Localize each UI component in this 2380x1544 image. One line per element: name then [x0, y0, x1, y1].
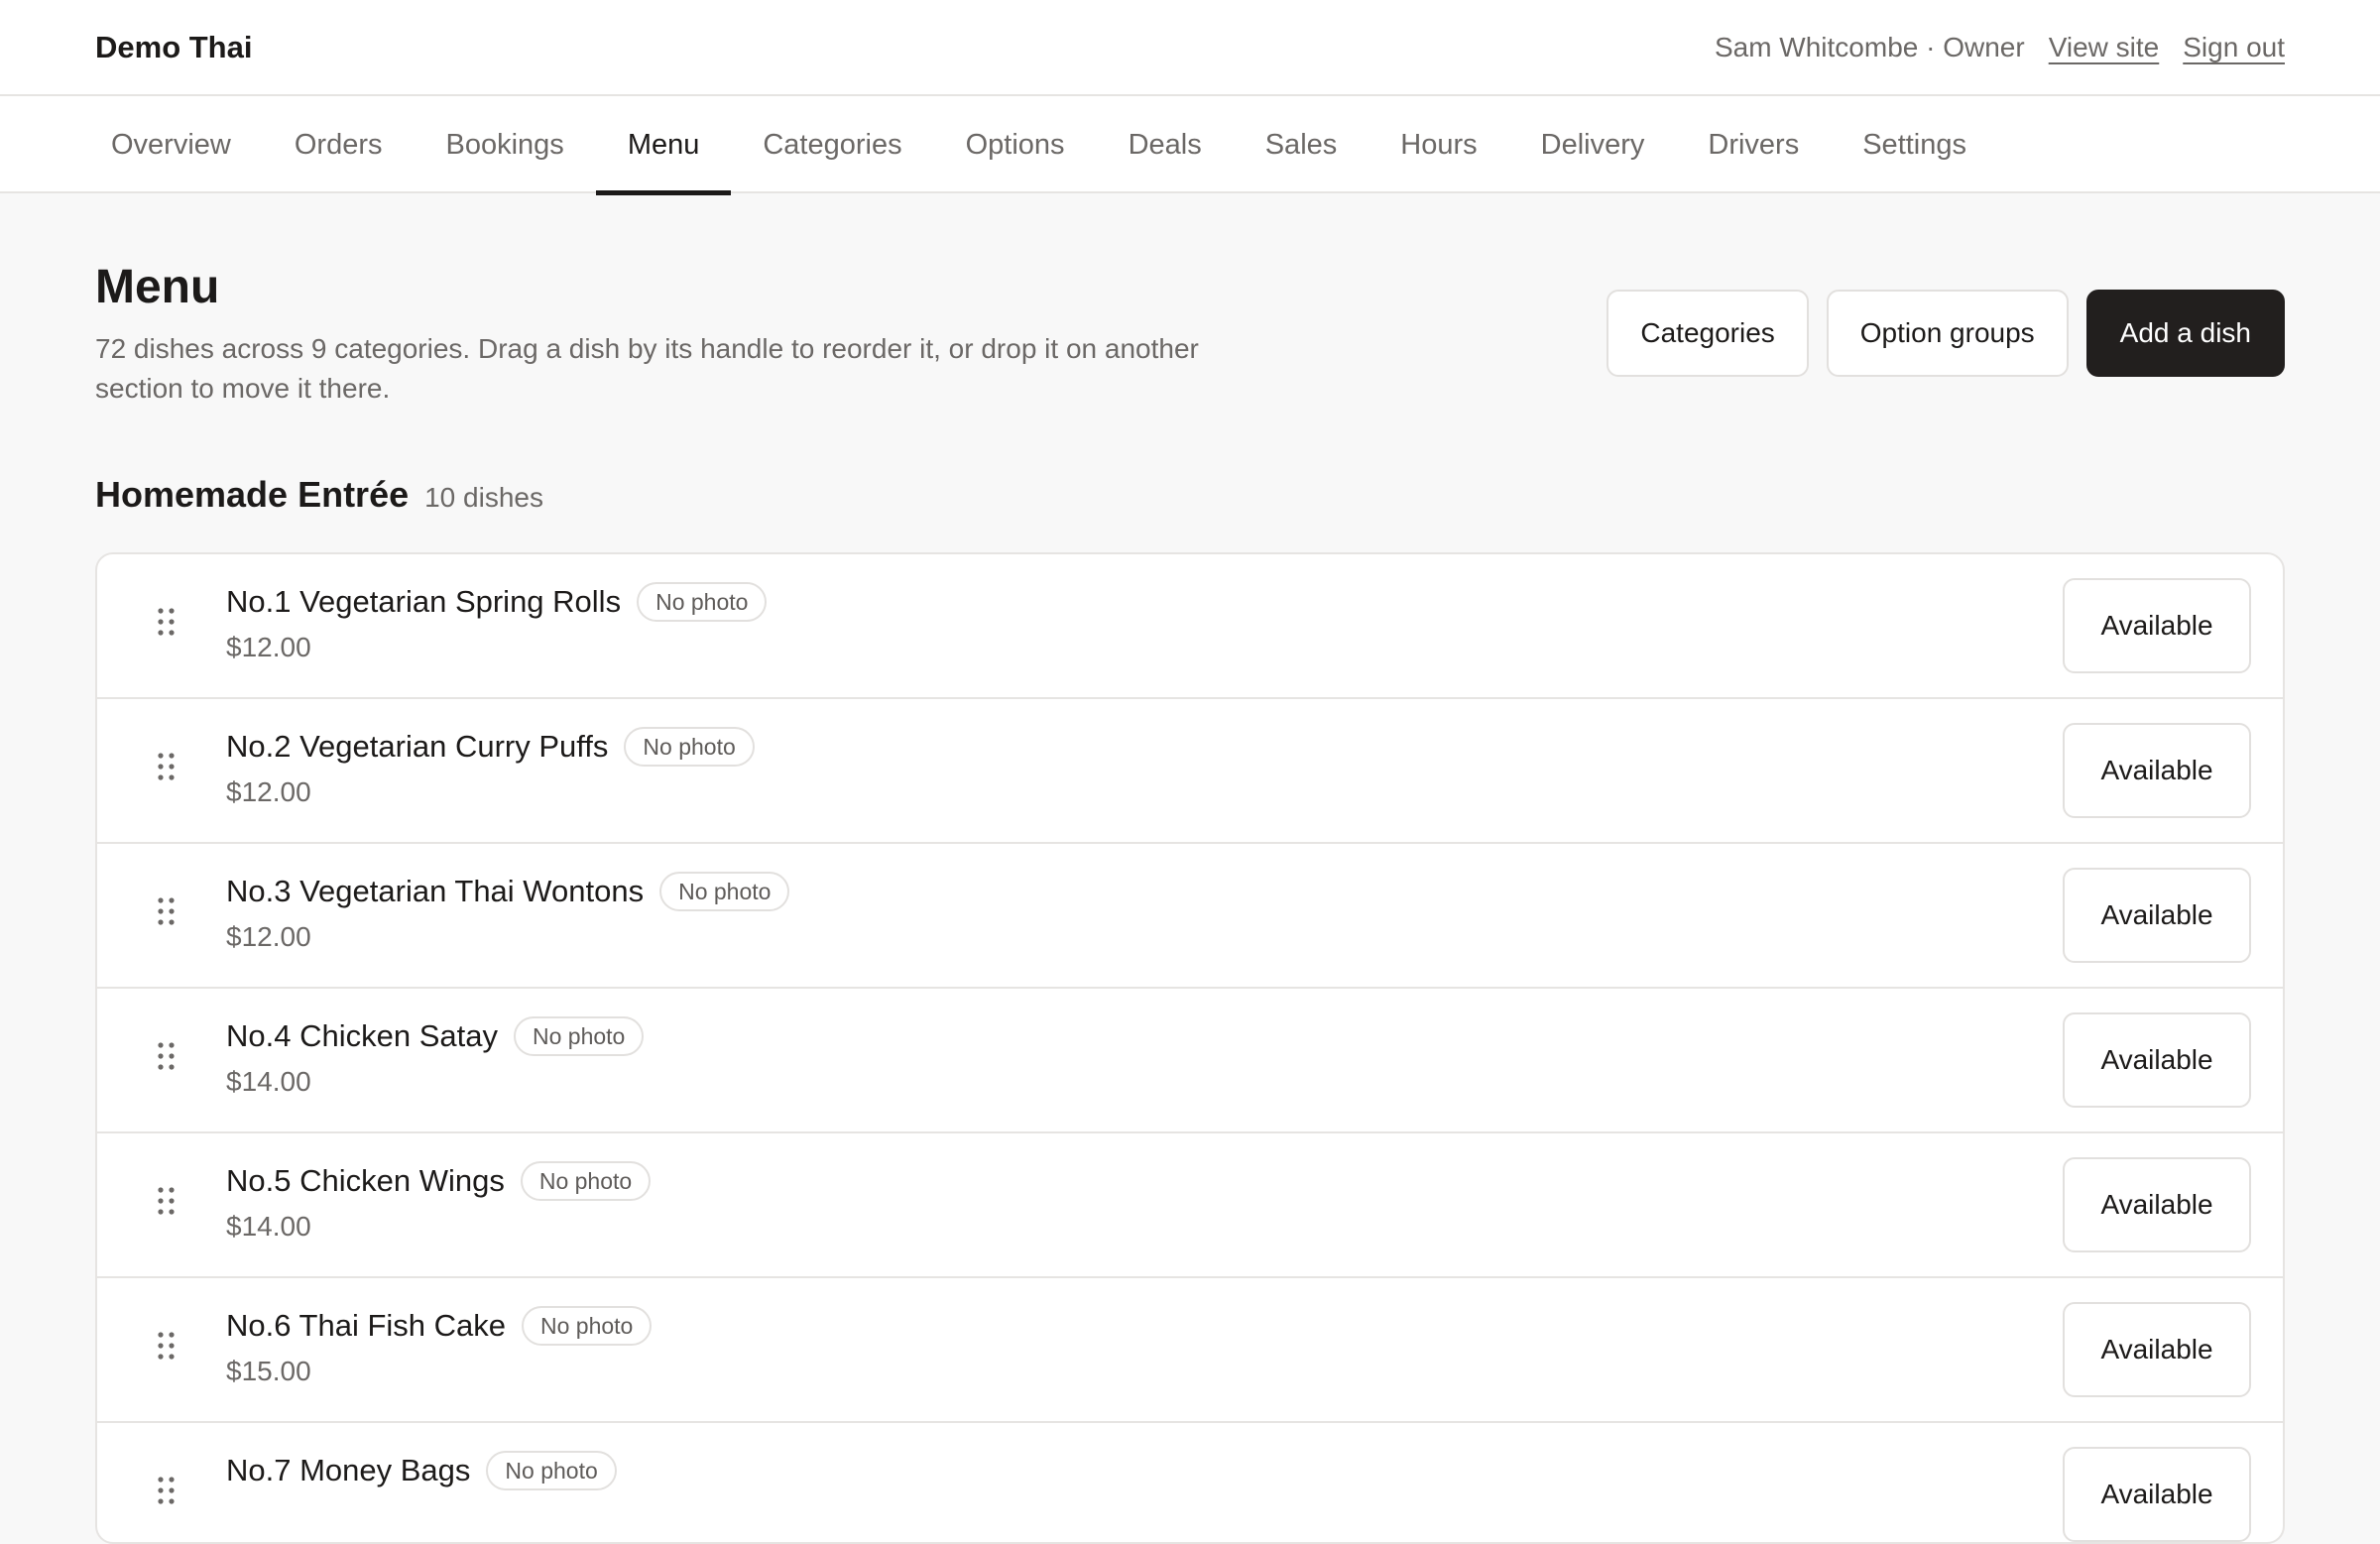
- dish-name: No.3 Vegetarian Thai Wontons: [226, 874, 645, 908]
- dish-info: No.3 Vegetarian Thai Wontons No photo $1…: [226, 872, 790, 957]
- dish-name-line: No.1 Vegetarian Spring Rolls No photo: [226, 582, 768, 622]
- top-bar: Demo Thai Sam Whitcombe · Owner View sit…: [0, 0, 2380, 96]
- drag-handle-icon[interactable]: [157, 1476, 177, 1505]
- availability-button[interactable]: Available: [2063, 1157, 2251, 1252]
- dish-price: $12.00: [226, 632, 311, 662]
- dish-row: No.3 Vegetarian Thai Wontons No photo $1…: [97, 844, 2283, 989]
- availability-button[interactable]: Available: [2063, 1302, 2251, 1397]
- dish-name-line: No.4 Chicken Satay No photo: [226, 1016, 645, 1056]
- dish-name-line: No.6 Thai Fish Cake No photo: [226, 1306, 653, 1346]
- user-label: Sam Whitcombe · Owner: [1714, 32, 2025, 62]
- no-photo-badge: No photo: [522, 1306, 653, 1346]
- drag-handle-icon[interactable]: [157, 752, 177, 781]
- dish-row: No.6 Thai Fish Cake No photo $15.00 Avai…: [97, 1278, 2283, 1423]
- availability-button[interactable]: Available: [2063, 723, 2251, 818]
- sign-out-link[interactable]: Sign out: [2183, 28, 2285, 67]
- main-nav: Overview Orders Bookings Menu Categories…: [0, 96, 2380, 195]
- dish-info: No.4 Chicken Satay No photo $14.00: [226, 1016, 645, 1102]
- dish-row: No.2 Vegetarian Curry Puffs No photo $12…: [97, 699, 2283, 844]
- dish-name-line: No.7 Money Bags No photo: [226, 1451, 617, 1490]
- add-dish-button[interactable]: Add a dish: [2085, 290, 2285, 377]
- dish-price: $15.00: [226, 1356, 311, 1386]
- tab-bookings[interactable]: Bookings: [415, 96, 596, 193]
- drag-handle-icon[interactable]: [157, 1041, 177, 1071]
- section-dish-count: 10 dishes: [424, 482, 543, 513]
- dish-list: No.1 Vegetarian Spring Rolls No photo $1…: [95, 552, 2285, 1544]
- dish-name: No.1 Vegetarian Spring Rolls: [226, 584, 622, 619]
- no-photo-badge: No photo: [486, 1451, 617, 1490]
- dish-info: No.6 Thai Fish Cake No photo $15.00: [226, 1306, 653, 1391]
- section-title: Homemade Entrée: [95, 474, 410, 515]
- page-description: 72 dishes across 9 categories. Drag a di…: [95, 333, 1199, 404]
- dish-name: No.2 Vegetarian Curry Puffs: [226, 729, 609, 764]
- tab-drivers[interactable]: Drivers: [1676, 96, 1831, 193]
- dish-info: No.5 Chicken Wings No photo $14.00: [226, 1161, 652, 1247]
- dish-name: No.7 Money Bags: [226, 1453, 471, 1487]
- dish-name-line: No.3 Vegetarian Thai Wontons No photo: [226, 872, 790, 911]
- dish-info: No.7 Money Bags No photo: [226, 1451, 617, 1496]
- tab-list: Overview Orders Bookings Menu Categories…: [79, 96, 1998, 195]
- availability-button[interactable]: Available: [2063, 1447, 2251, 1542]
- tab-categories[interactable]: Categories: [731, 96, 933, 193]
- drag-handle-icon[interactable]: [157, 896, 177, 926]
- dish-price: $12.00: [226, 921, 311, 952]
- drag-handle-icon[interactable]: [157, 1186, 177, 1216]
- tab-hours[interactable]: Hours: [1368, 96, 1508, 193]
- tab-deals[interactable]: Deals: [1097, 96, 1234, 193]
- availability-button[interactable]: Available: [2063, 868, 2251, 963]
- dish-name: No.5 Chicken Wings: [226, 1163, 505, 1198]
- dish-info: No.1 Vegetarian Spring Rolls No photo $1…: [226, 582, 768, 667]
- no-photo-badge: No photo: [513, 1016, 645, 1056]
- categories-button[interactable]: Categories: [1606, 290, 1809, 377]
- section-heading: Homemade Entrée 10 dishes: [95, 474, 543, 516]
- drag-handle-icon[interactable]: [157, 607, 177, 637]
- dish-name: No.6 Thai Fish Cake: [226, 1308, 506, 1343]
- tab-sales[interactable]: Sales: [1234, 96, 1369, 193]
- no-photo-badge: No photo: [659, 872, 790, 911]
- no-photo-badge: No photo: [520, 1161, 652, 1201]
- tab-options[interactable]: Options: [934, 96, 1097, 193]
- dish-info: No.2 Vegetarian Curry Puffs No photo $12…: [226, 727, 755, 812]
- tab-menu[interactable]: Menu: [595, 96, 732, 195]
- header-actions: Categories Option groups Add a dish: [1606, 290, 2285, 377]
- dish-name-line: No.2 Vegetarian Curry Puffs No photo: [226, 727, 755, 767]
- page-title: Menu: [95, 261, 220, 313]
- option-groups-button[interactable]: Option groups: [1826, 290, 2069, 377]
- no-photo-badge: No photo: [637, 582, 768, 622]
- account-area: Sam Whitcombe · Owner View site Sign out: [1715, 28, 2285, 67]
- view-site-link[interactable]: View site: [2049, 28, 2160, 67]
- tab-delivery[interactable]: Delivery: [1509, 96, 1677, 193]
- dish-row: No.1 Vegetarian Spring Rolls No photo $1…: [97, 554, 2283, 699]
- dish-row: No.7 Money Bags No photo Available: [97, 1423, 2283, 1542]
- dish-row: No.4 Chicken Satay No photo $14.00 Avail…: [97, 989, 2283, 1133]
- dish-price: $14.00: [226, 1211, 311, 1242]
- dish-price: $12.00: [226, 776, 311, 807]
- drag-handle-icon[interactable]: [157, 1331, 177, 1361]
- tab-orders[interactable]: Orders: [263, 96, 415, 193]
- availability-button[interactable]: Available: [2063, 578, 2251, 673]
- dish-name: No.4 Chicken Satay: [226, 1018, 498, 1053]
- tab-overview[interactable]: Overview: [79, 96, 263, 193]
- brand-name: Demo Thai: [95, 30, 253, 64]
- dish-row: No.5 Chicken Wings No photo $14.00 Avail…: [97, 1133, 2283, 1278]
- dish-name-line: No.5 Chicken Wings No photo: [226, 1161, 652, 1201]
- tab-settings[interactable]: Settings: [1831, 96, 1998, 193]
- availability-button[interactable]: Available: [2063, 1012, 2251, 1108]
- no-photo-badge: No photo: [624, 727, 755, 767]
- dish-price: $14.00: [226, 1066, 311, 1097]
